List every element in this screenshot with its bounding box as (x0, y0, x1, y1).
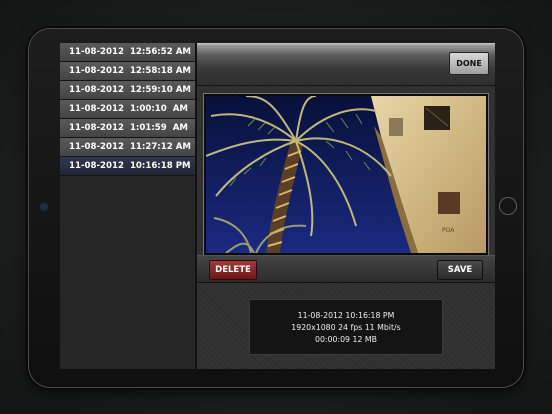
list-item[interactable]: 11-08-2012 11:27:12 AM (60, 138, 195, 157)
recording-info-panel: 11-08-2012 10:16:18 PM 1920x1080 24 fps … (249, 299, 443, 355)
list-item[interactable]: 11-08-2012 1:00:10 AM (60, 100, 195, 119)
done-button[interactable]: DONE (449, 52, 489, 75)
detail-panel: DONE POA DELETE SAVE 11-08-2012 10:16:18… (197, 43, 495, 369)
info-timestamp: 11-08-2012 10:16:18 PM (297, 311, 395, 320)
list-item-selected[interactable]: 11-08-2012 10:16:18 PM (60, 157, 195, 176)
recordings-list: 11-08-2012 12:56:52 AM 11-08-2012 12:58:… (60, 43, 197, 369)
photo-frame: POA (203, 93, 489, 256)
palm-tree-photo: POA (206, 96, 486, 253)
building-sign: POA (442, 227, 455, 234)
home-button[interactable] (499, 197, 517, 215)
delete-button[interactable]: DELETE (209, 260, 257, 280)
info-video-specs: 1920x1080 24 fps 11 Mbit/s (291, 323, 401, 332)
list-item[interactable]: 11-08-2012 1:01:59 AM (60, 119, 195, 138)
save-button[interactable]: SAVE (437, 260, 483, 280)
camera-lens (41, 204, 47, 210)
screen: 11-08-2012 12:56:52 AM 11-08-2012 12:58:… (60, 43, 495, 369)
list-item[interactable]: 11-08-2012 12:59:10 AM (60, 81, 195, 100)
action-bar: DELETE SAVE (197, 255, 495, 283)
list-item[interactable]: 11-08-2012 12:58:18 AM (60, 62, 195, 81)
top-toolbar: DONE (197, 43, 495, 86)
list-item[interactable]: 11-08-2012 12:56:52 AM (60, 43, 195, 62)
info-duration-size: 00:00:09 12 MB (315, 335, 377, 344)
photo-preview[interactable]: POA (206, 96, 486, 253)
